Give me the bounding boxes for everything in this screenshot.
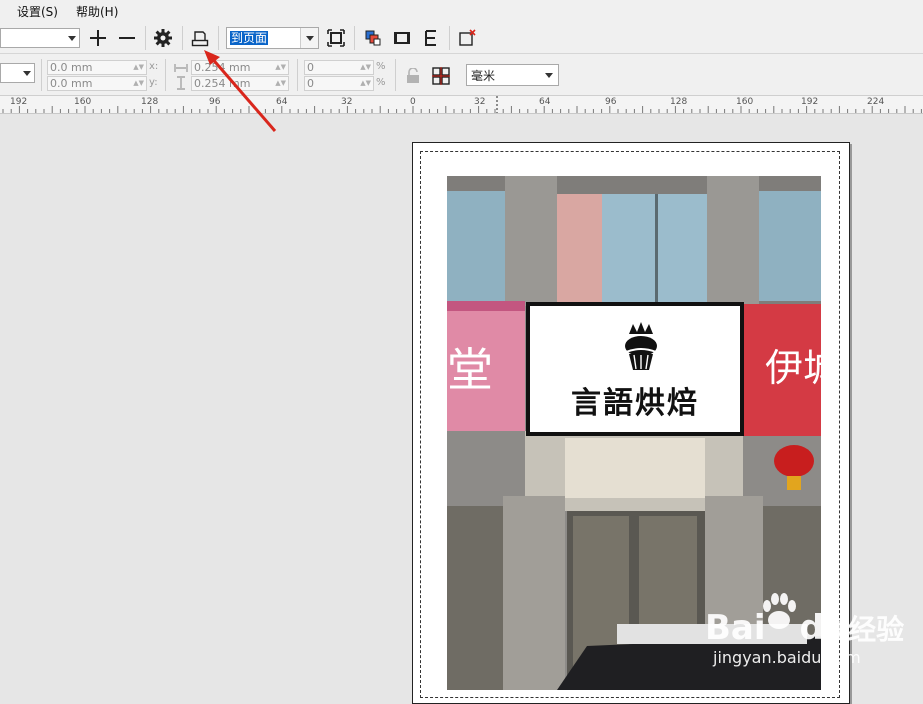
toolbar-divider <box>182 26 183 50</box>
ruler-label: 128 <box>141 97 159 107</box>
ruler-label: 224 <box>867 97 885 107</box>
property-bar: 0.0 mm ▲▼ 0.0 mm ▲▼ x: y: 0.254 mm ▲▼ 0.254… <box>0 54 923 96</box>
ruler-label: 128 <box>670 97 688 107</box>
menu-settings[interactable]: 设置(S) <box>17 3 58 20</box>
ruler-label: 32 <box>341 97 353 107</box>
chevron-down-icon <box>23 71 31 76</box>
gear-icon[interactable] <box>152 27 174 49</box>
percent-label: % <box>376 77 386 88</box>
cupcake-crown-icon <box>625 322 657 370</box>
ruler-label: 0 <box>410 97 416 107</box>
width-icon <box>174 62 188 76</box>
ruler-label: 192 <box>10 97 28 107</box>
zoom-value[interactable]: 到页面 <box>230 31 269 45</box>
tile-icon[interactable] <box>430 65 452 87</box>
paw-icon <box>759 592 799 635</box>
zoom-dropdown-button[interactable] <box>300 28 318 48</box>
main-toolbar: 到页面 <box>0 22 923 54</box>
toolbar-divider <box>41 59 42 91</box>
lock-icon[interactable] <box>402 65 424 87</box>
svg-text:堂: 堂 <box>447 343 493 397</box>
menu-help[interactable]: 帮助(H) <box>76 3 118 20</box>
annotation-arrow <box>204 50 277 132</box>
y-position-input[interactable]: 0.0 mm ▲▼ <box>47 76 147 91</box>
toolbar-divider <box>354 26 355 50</box>
x-label: x: <box>149 61 159 72</box>
ruler-label: 96 <box>605 97 617 107</box>
ruler-label: 64 <box>539 97 551 107</box>
toolbar-divider <box>449 26 450 50</box>
svg-text:伊城: 伊城 <box>765 346 821 390</box>
watermark-url: jingyan.baidu.com <box>713 648 861 667</box>
print-icon[interactable] <box>189 27 211 49</box>
bakery-sign[interactable]: 言語烘焙 <box>526 302 744 436</box>
film-icon[interactable] <box>391 27 413 49</box>
x-position-input[interactable]: 0.0 mm ▲▼ <box>47 60 147 75</box>
menu-bar: 设置(S) 帮助(H) <box>0 0 923 22</box>
toolbar-divider <box>297 59 298 91</box>
percent-label: % <box>376 61 386 72</box>
chevron-down-icon <box>545 73 553 78</box>
height-icon <box>176 76 186 93</box>
toolbar-divider <box>145 26 146 50</box>
minus-icon[interactable] <box>116 27 138 49</box>
toolbar-divider <box>218 26 219 50</box>
horizontal-ruler[interactable]: 192 160 128 96 64 32 0 32 64 96 128 160 … <box>0 96 923 114</box>
chevron-down-icon <box>306 36 314 41</box>
scale-y-input[interactable]: 0 ▲▼ <box>304 76 374 91</box>
ruler-ticks <box>2 96 922 113</box>
ruler-label: 160 <box>74 97 92 107</box>
units-value: 毫米 <box>471 69 496 83</box>
page-select[interactable] <box>0 28 80 48</box>
layers-icon[interactable] <box>362 27 384 49</box>
fullscreen-icon[interactable] <box>325 27 347 49</box>
ruler-label: 192 <box>801 97 819 107</box>
chevron-down-icon <box>68 36 76 41</box>
ruler-label: 32 <box>474 97 486 107</box>
sign-text: 言語烘焙 <box>571 386 699 421</box>
y-label: y: <box>149 77 158 88</box>
close-page-icon[interactable] <box>457 27 479 49</box>
units-select[interactable]: 毫米 <box>466 64 559 86</box>
zoom-combo[interactable]: 到页面 <box>226 27 319 49</box>
scale-x-input[interactable]: 0 ▲▼ <box>304 60 374 75</box>
plus-icon[interactable] <box>87 27 109 49</box>
layout-select[interactable] <box>0 63 35 83</box>
ruler-label: 160 <box>736 97 754 107</box>
toolbar-divider <box>395 59 396 91</box>
watermark-logo: Bai du经验 <box>705 608 905 648</box>
toolbar-divider <box>165 59 166 91</box>
text-e-icon[interactable] <box>420 27 442 49</box>
